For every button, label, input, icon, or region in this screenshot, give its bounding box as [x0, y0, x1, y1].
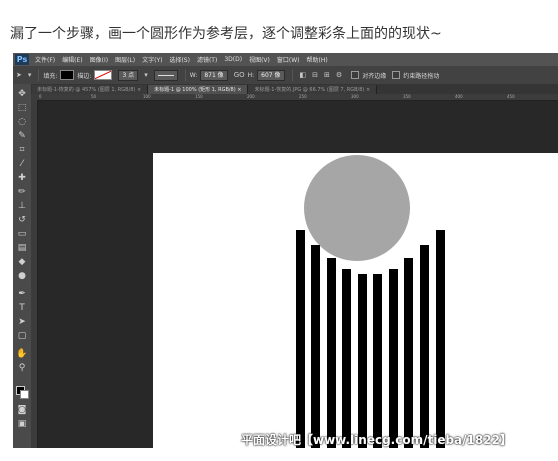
- stripe: [389, 269, 398, 448]
- stripe: [311, 245, 320, 448]
- post-caption: 漏了一个步骤，画一个圆形作为参考层，逐个调整彩条上面的的现状~: [10, 26, 442, 42]
- stripe: [358, 274, 367, 448]
- stripe: [373, 274, 382, 448]
- stripe: [404, 258, 413, 448]
- photoshop-window: Ps 文件(F) 编辑(E) 图像(I) 图层(L) 文字(Y) 选择(S) 滤…: [13, 53, 558, 448]
- stripe: [342, 269, 351, 448]
- stripe: [436, 230, 445, 448]
- stripe: [327, 258, 336, 448]
- stripe: [420, 245, 429, 448]
- stripe: [296, 230, 305, 448]
- document-canvas[interactable]: [13, 53, 558, 448]
- site-watermark: 平面设计吧【www.linecg.com/tieba/1822】: [241, 433, 512, 447]
